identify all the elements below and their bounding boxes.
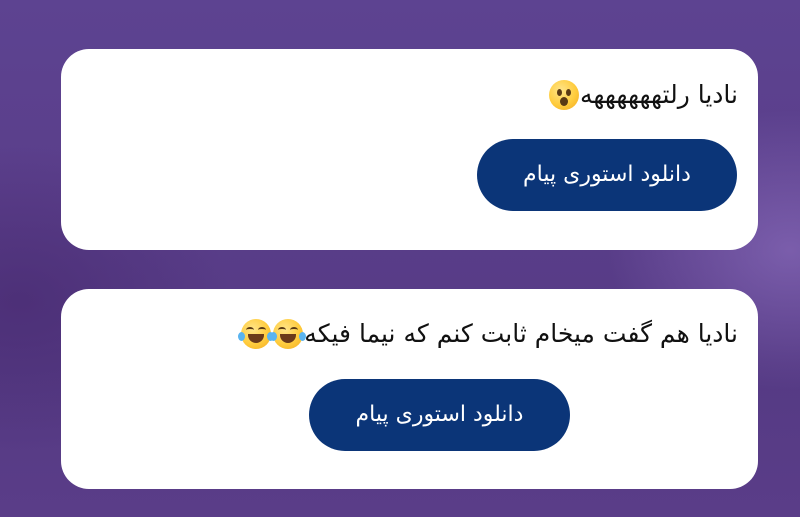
tears-of-joy-icon xyxy=(270,319,307,349)
message-text: نادیا رلتههههههه xyxy=(579,80,738,109)
message-card: نادیا رلتههههههه دانلود استوری پیام xyxy=(61,49,758,250)
message-text-row: نادیا رلتههههههه xyxy=(548,77,738,113)
download-story-button[interactable]: دانلود استوری پیام xyxy=(477,139,737,211)
message-text: نادیا هم گفت میخام ثابت کنم که نیما فیکه xyxy=(304,319,738,348)
message-card: نادیا هم گفت میخام ثابت کنم که نیما فیکه… xyxy=(61,289,758,489)
download-story-button[interactable]: دانلود استوری پیام xyxy=(309,379,570,451)
tears-of-joy-icon xyxy=(238,319,275,349)
astonished-face-icon xyxy=(548,80,579,110)
message-text-row: نادیا هم گفت میخام ثابت کنم که نیما فیکه xyxy=(238,316,738,352)
